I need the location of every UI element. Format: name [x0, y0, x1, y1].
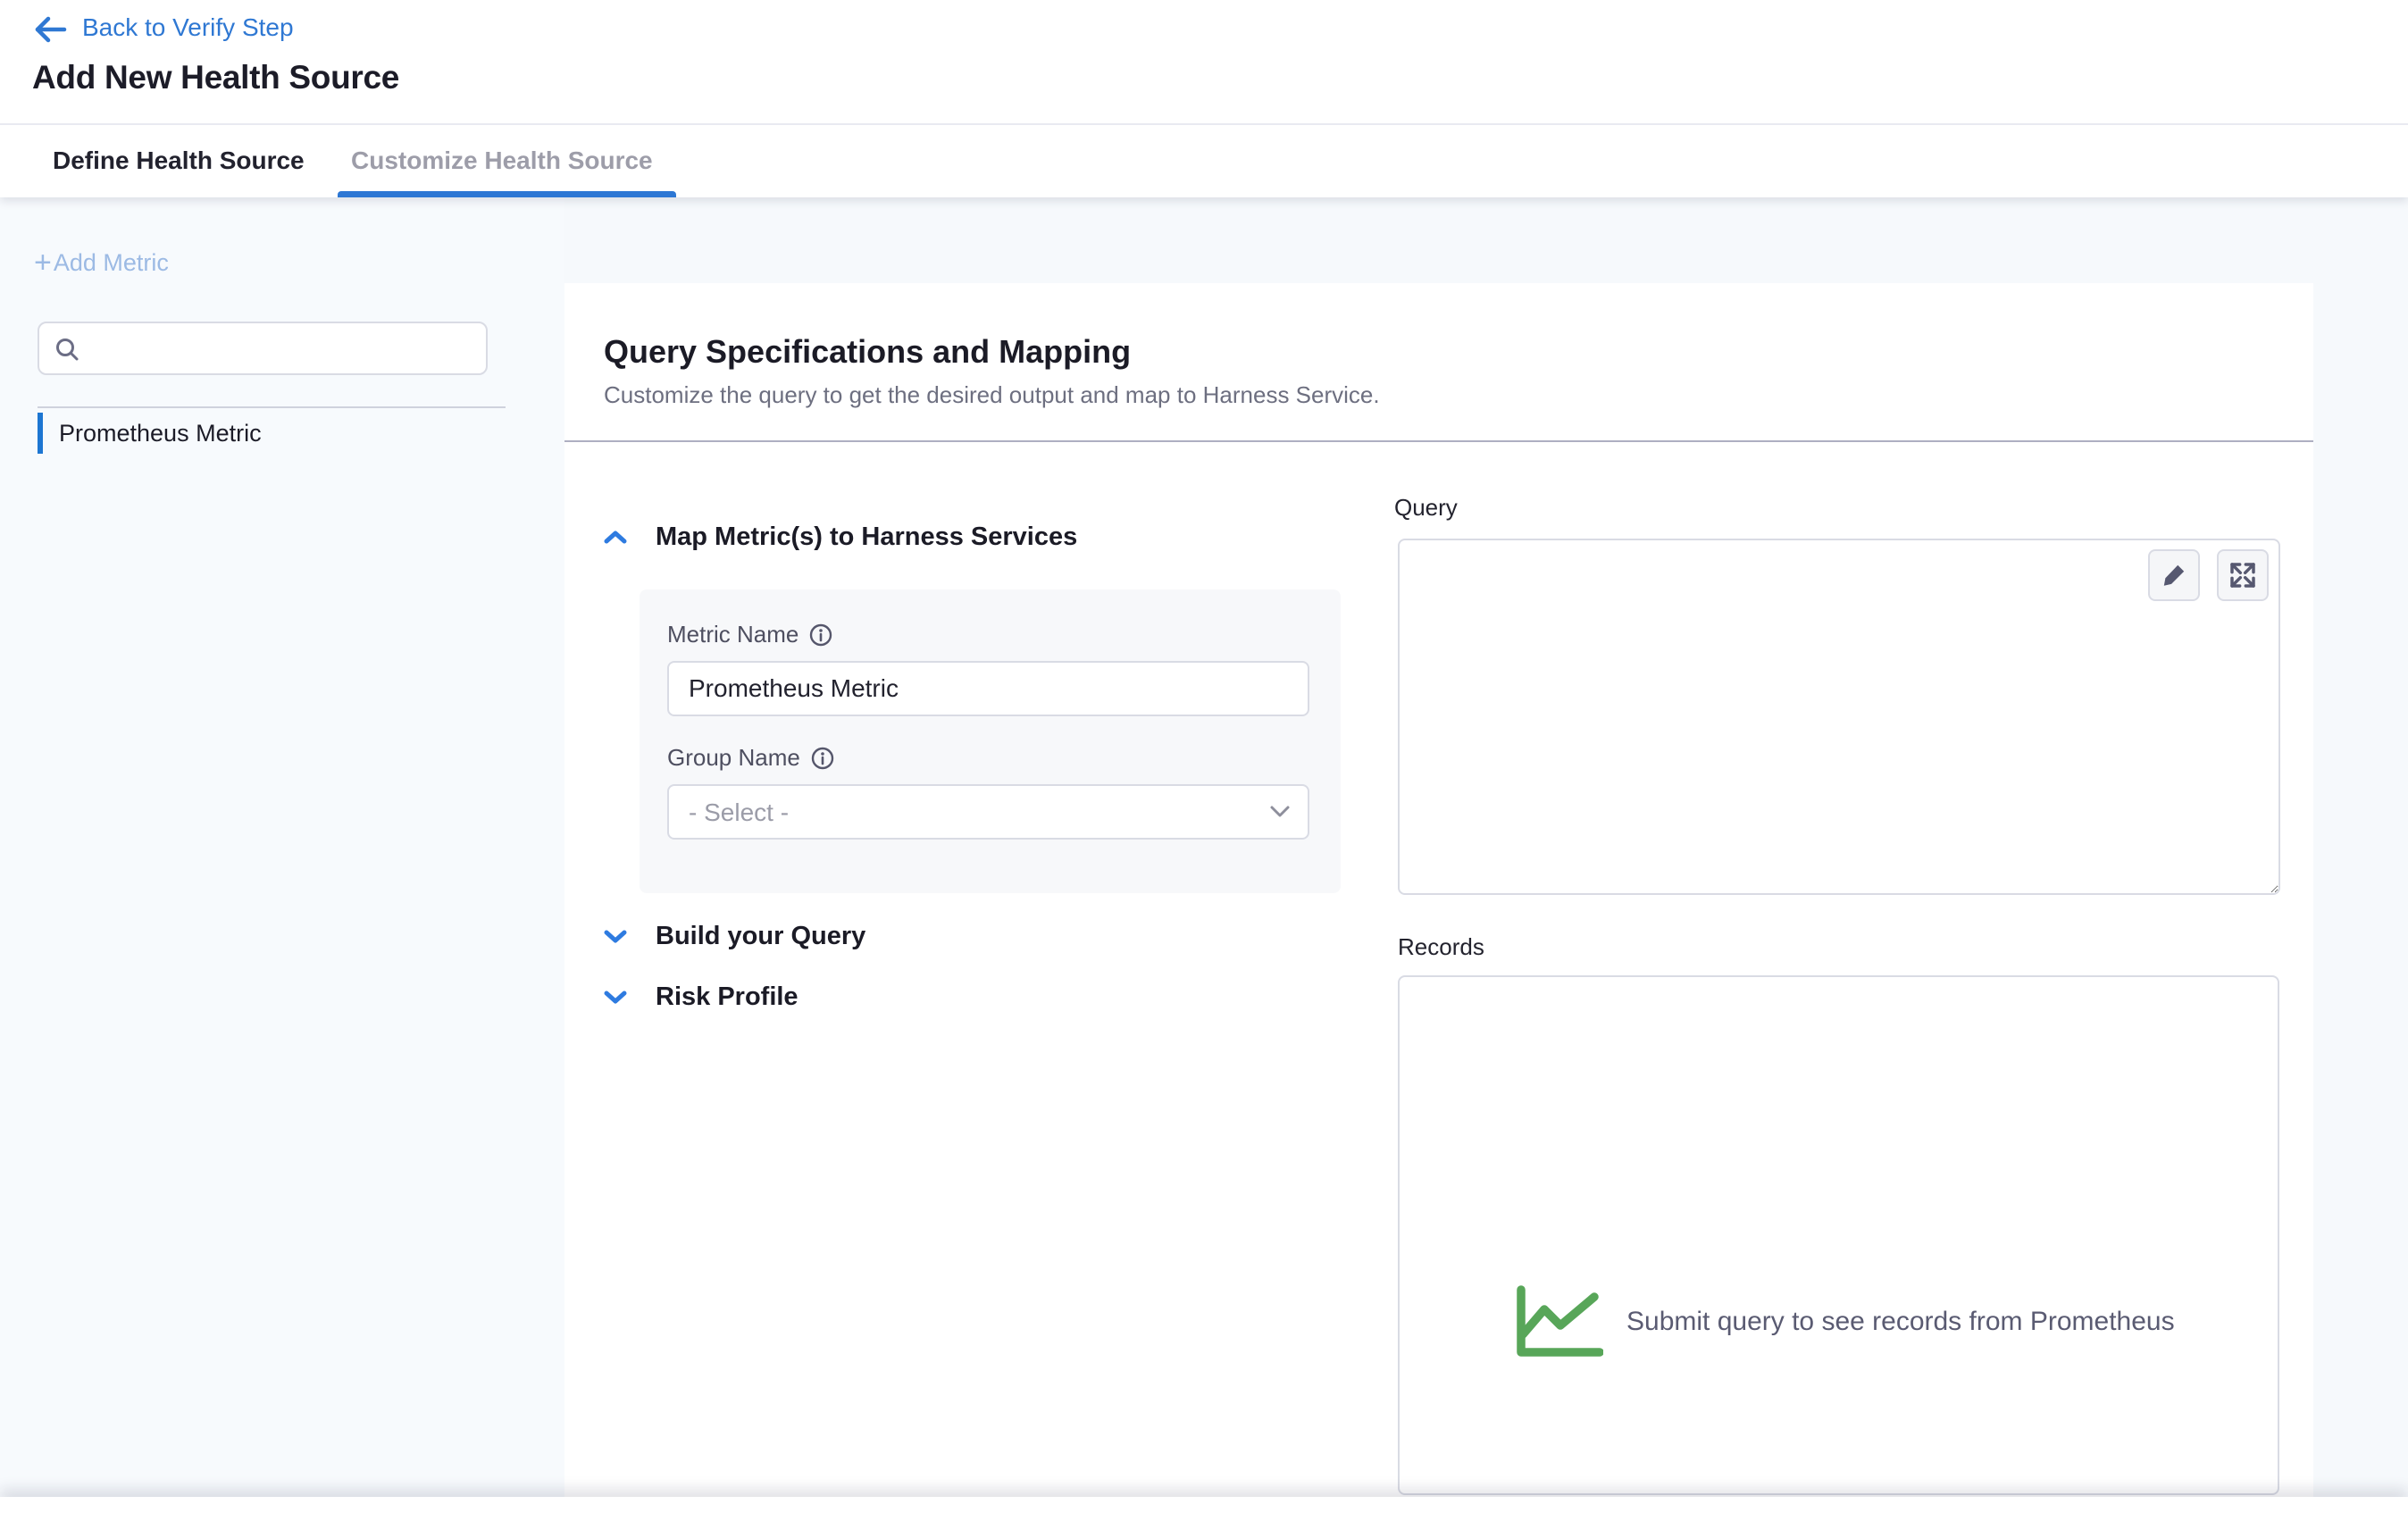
metric-item-label: Prometheus Metric — [59, 420, 262, 447]
panel-title: Query Specifications and Mapping — [604, 333, 1131, 371]
metrics-sidebar: + Add Metric Prometheus Metric — [0, 197, 564, 1513]
section-title: Map Metric(s) to Harness Services — [656, 522, 1077, 552]
group-name-label-text: Group Name — [667, 744, 800, 772]
section-risk-profile-header[interactable]: Risk Profile — [602, 982, 798, 1012]
section-title: Risk Profile — [656, 982, 798, 1012]
metric-search-input[interactable] — [91, 323, 484, 373]
section-map-metrics-header[interactable]: Map Metric(s) to Harness Services — [602, 522, 1077, 552]
query-specifications-panel: Query Specifications and Mapping Customi… — [564, 283, 2313, 1513]
tab-define-health-source[interactable]: Define Health Source — [53, 125, 305, 197]
section-title: Build your Query — [656, 922, 865, 951]
back-arrow-icon[interactable] — [32, 14, 68, 45]
tab-bar: Define Health Source Customize Health So… — [0, 125, 2408, 197]
page-title: Add New Health Source — [32, 59, 399, 96]
edit-query-button[interactable] — [2148, 549, 2200, 601]
add-health-source-screen: Back to Verify Step Add New Health Sourc… — [0, 0, 2408, 1513]
drawer-footer-bar — [0, 1497, 2408, 1513]
page-header: Back to Verify Step Add New Health Sourc… — [0, 0, 2408, 197]
header-title-row: Back to Verify Step Add New Health Sourc… — [0, 0, 2408, 125]
records-empty-text: Submit query to see records from Prometh… — [1626, 1307, 2175, 1337]
chevron-up-icon — [602, 526, 629, 549]
maximize-icon — [2228, 561, 2257, 589]
records-empty-state: Submit query to see records from Prometh… — [1514, 1284, 2175, 1359]
metric-name-label: Metric Name — [667, 621, 832, 648]
panel-subtitle: Customize the query to get the desired o… — [604, 381, 1380, 409]
chevron-down-icon — [602, 925, 629, 949]
select-placeholder: - Select - — [689, 798, 789, 827]
line-chart-icon — [1514, 1284, 1603, 1359]
metric-name-input[interactable] — [667, 661, 1309, 716]
info-icon[interactable] — [809, 623, 832, 647]
search-icon — [54, 336, 80, 363]
pencil-icon — [2160, 561, 2188, 589]
records-panel: Submit query to see records from Prometh… — [1398, 975, 2279, 1495]
add-metric-label: Add Metric — [54, 249, 169, 277]
query-label: Query — [1394, 494, 1458, 522]
metric-name-label-text: Metric Name — [667, 621, 798, 648]
records-label: Records — [1398, 933, 1484, 961]
add-metric-button[interactable]: + Add Metric — [34, 249, 169, 277]
info-icon[interactable] — [811, 747, 834, 770]
chevron-down-icon — [1268, 804, 1292, 820]
expand-query-button[interactable] — [2217, 549, 2269, 601]
plus-icon: + — [34, 251, 52, 275]
section-build-query-header[interactable]: Build your Query — [602, 922, 865, 951]
sidebar-divider — [38, 406, 506, 408]
chevron-down-icon — [602, 986, 629, 1009]
metric-search-box — [38, 322, 488, 375]
tab-customize-health-source[interactable]: Customize Health Source — [351, 125, 653, 197]
group-name-select[interactable]: - Select - — [667, 784, 1309, 840]
group-name-label: Group Name — [667, 744, 834, 772]
back-to-verify-step-link[interactable]: Back to Verify Step — [82, 13, 294, 42]
panel-header-divider — [564, 440, 2313, 442]
selected-indicator-bar — [38, 413, 43, 454]
active-tab-underline — [338, 191, 676, 197]
sidebar-item-prometheus-metric[interactable]: Prometheus Metric — [38, 413, 506, 454]
